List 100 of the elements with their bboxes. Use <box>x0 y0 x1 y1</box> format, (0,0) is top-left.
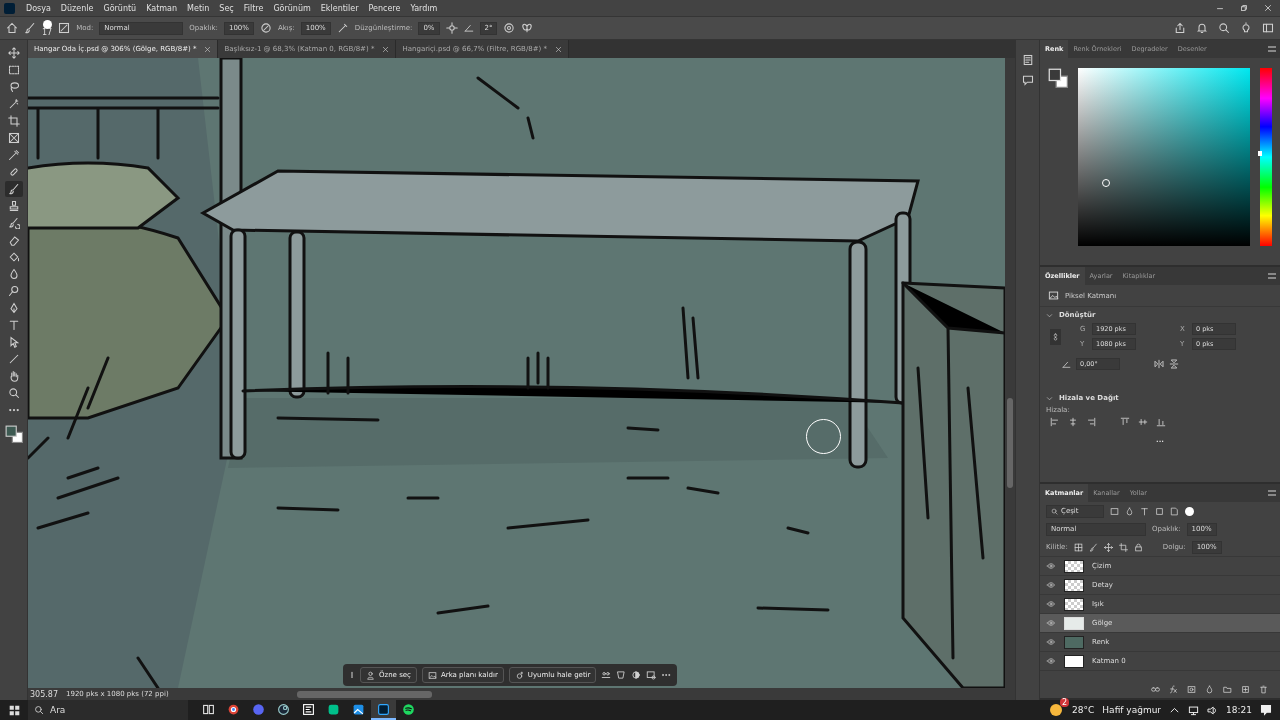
panel-menu-icon[interactable] <box>1268 273 1276 279</box>
brush-preview-icon[interactable] <box>42 19 52 29</box>
brush-icon[interactable] <box>7 183 20 195</box>
target-icon[interactable] <box>503 22 516 34</box>
pointer-icon[interactable] <box>7 336 20 348</box>
music-app-icon[interactable] <box>402 702 415 716</box>
lock-icon[interactable] <box>1133 542 1143 552</box>
link-icon[interactable] <box>1151 685 1160 694</box>
folder-icon[interactable] <box>1223 685 1232 694</box>
color-swatches-icon[interactable] <box>4 425 23 443</box>
search-icon[interactable] <box>1218 22 1230 34</box>
butterfly-icon[interactable] <box>521 22 534 34</box>
align-icon[interactable] <box>1086 417 1096 427</box>
panel-menu-icon[interactable] <box>1268 490 1276 496</box>
flip-vertical-icon[interactable] <box>1169 359 1179 369</box>
visibility-eye-icon[interactable] <box>1046 638 1056 646</box>
align-icon[interactable] <box>1138 417 1148 427</box>
mask-icon[interactable] <box>1187 685 1196 694</box>
shape-filter-icon[interactable] <box>1155 506 1164 516</box>
bell-icon[interactable] <box>1196 22 1208 34</box>
eyedropper-icon[interactable] <box>7 149 20 161</box>
stamp-icon[interactable] <box>7 200 20 212</box>
menu-item[interactable]: Eklentiler <box>315 3 364 13</box>
task-view-icon[interactable] <box>202 702 215 716</box>
workspace-icon[interactable] <box>1262 22 1274 34</box>
panel-menu-icon[interactable] <box>1268 46 1276 52</box>
windows-start-icon[interactable] <box>8 704 20 716</box>
visibility-eye-icon[interactable] <box>1046 657 1056 665</box>
restore-icon[interactable] <box>1239 3 1249 13</box>
menu-item[interactable]: Yardım <box>405 3 443 13</box>
home-icon[interactable] <box>6 22 18 34</box>
dodge-icon[interactable] <box>7 285 20 297</box>
align-icon[interactable] <box>1068 417 1078 427</box>
marquee-icon[interactable] <box>7 64 20 76</box>
align-icon[interactable] <box>1120 417 1130 427</box>
trash-icon[interactable] <box>1259 685 1268 694</box>
menu-item[interactable]: Düzenle <box>55 3 99 13</box>
move-icon[interactable] <box>1103 542 1113 552</box>
drop-icon[interactable] <box>7 268 20 280</box>
link-button[interactable] <box>1050 328 1061 345</box>
contrast-icon[interactable] <box>631 670 642 680</box>
menu-item[interactable]: Görünüm <box>268 3 316 13</box>
close-icon[interactable] <box>555 45 563 53</box>
hand-icon[interactable] <box>7 370 20 382</box>
chevron-icon[interactable] <box>1046 394 1053 402</box>
game-store-icon[interactable] <box>277 702 290 716</box>
airbrush-icon[interactable] <box>336 22 349 34</box>
menu-item[interactable]: Dosya <box>21 3 56 13</box>
bandage-icon[interactable] <box>7 166 20 178</box>
browser-icon[interactable] <box>227 702 240 716</box>
zoom-level[interactable]: 305.87 <box>30 689 58 699</box>
frame-icon[interactable] <box>7 132 20 144</box>
pen-icon[interactable] <box>7 302 20 314</box>
move-icon[interactable] <box>7 47 20 59</box>
hue-slider-thumb[interactable] <box>1258 151 1262 157</box>
people-icon[interactable] <box>601 670 612 680</box>
close-icon[interactable] <box>382 45 390 53</box>
pressure-icon[interactable] <box>259 22 272 34</box>
image-filter-icon[interactable] <box>1110 506 1119 516</box>
crop-icon[interactable] <box>7 115 20 127</box>
smart-object-filter-icon[interactable] <box>1170 506 1179 516</box>
visibility-eye-icon[interactable] <box>1046 619 1056 627</box>
history-panel-icon[interactable] <box>1021 54 1034 66</box>
transform-icon[interactable] <box>616 670 627 680</box>
align-icon[interactable] <box>1156 417 1166 427</box>
weather-icon[interactable] <box>1050 704 1063 716</box>
menu-item[interactable]: Metin <box>182 3 215 13</box>
photos-app-icon[interactable] <box>352 702 365 716</box>
menu-item[interactable]: Görüntü <box>98 3 142 13</box>
comment-icon[interactable] <box>1021 74 1034 86</box>
menu-item[interactable]: Pencere <box>363 3 406 13</box>
visibility-eye-icon[interactable] <box>1046 581 1056 589</box>
clock[interactable]: 18:21 <box>1226 705 1252 715</box>
adjustment-filter-icon[interactable] <box>1125 506 1134 516</box>
hue-slider[interactable] <box>1260 68 1272 246</box>
brush-icon[interactable] <box>1088 542 1098 552</box>
horizontal-scrollbar[interactable] <box>296 690 432 698</box>
search-icon[interactable] <box>7 387 20 399</box>
taskbar-search-field[interactable]: Ara <box>28 700 188 720</box>
volume-icon[interactable] <box>1207 704 1219 716</box>
lightbulb-icon[interactable] <box>1240 22 1252 34</box>
history-brush-icon[interactable] <box>7 217 20 229</box>
color-field[interactable] <box>1078 68 1250 246</box>
bucket-icon[interactable] <box>7 251 20 263</box>
notifications-icon[interactable] <box>1260 704 1272 716</box>
share-icon[interactable] <box>1174 22 1186 34</box>
line-icon[interactable] <box>7 353 20 365</box>
fx-icon[interactable] <box>1169 685 1178 694</box>
align-icon[interactable] <box>1050 417 1060 427</box>
flip-horizontal-icon[interactable] <box>1154 359 1164 369</box>
filter-toggle-icon[interactable] <box>1185 506 1194 516</box>
menu-item[interactable]: Seç <box>214 3 239 13</box>
brush-icon[interactable] <box>24 22 36 34</box>
eraser-icon[interactable] <box>7 234 20 246</box>
adjust-image-icon[interactable] <box>646 670 657 680</box>
lasso-icon[interactable] <box>7 81 20 93</box>
menu-item[interactable]: Filtre <box>238 3 269 13</box>
wand-icon[interactable] <box>7 98 20 110</box>
visibility-eye-icon[interactable] <box>1046 600 1056 608</box>
checkerboard-icon[interactable] <box>1073 542 1083 552</box>
